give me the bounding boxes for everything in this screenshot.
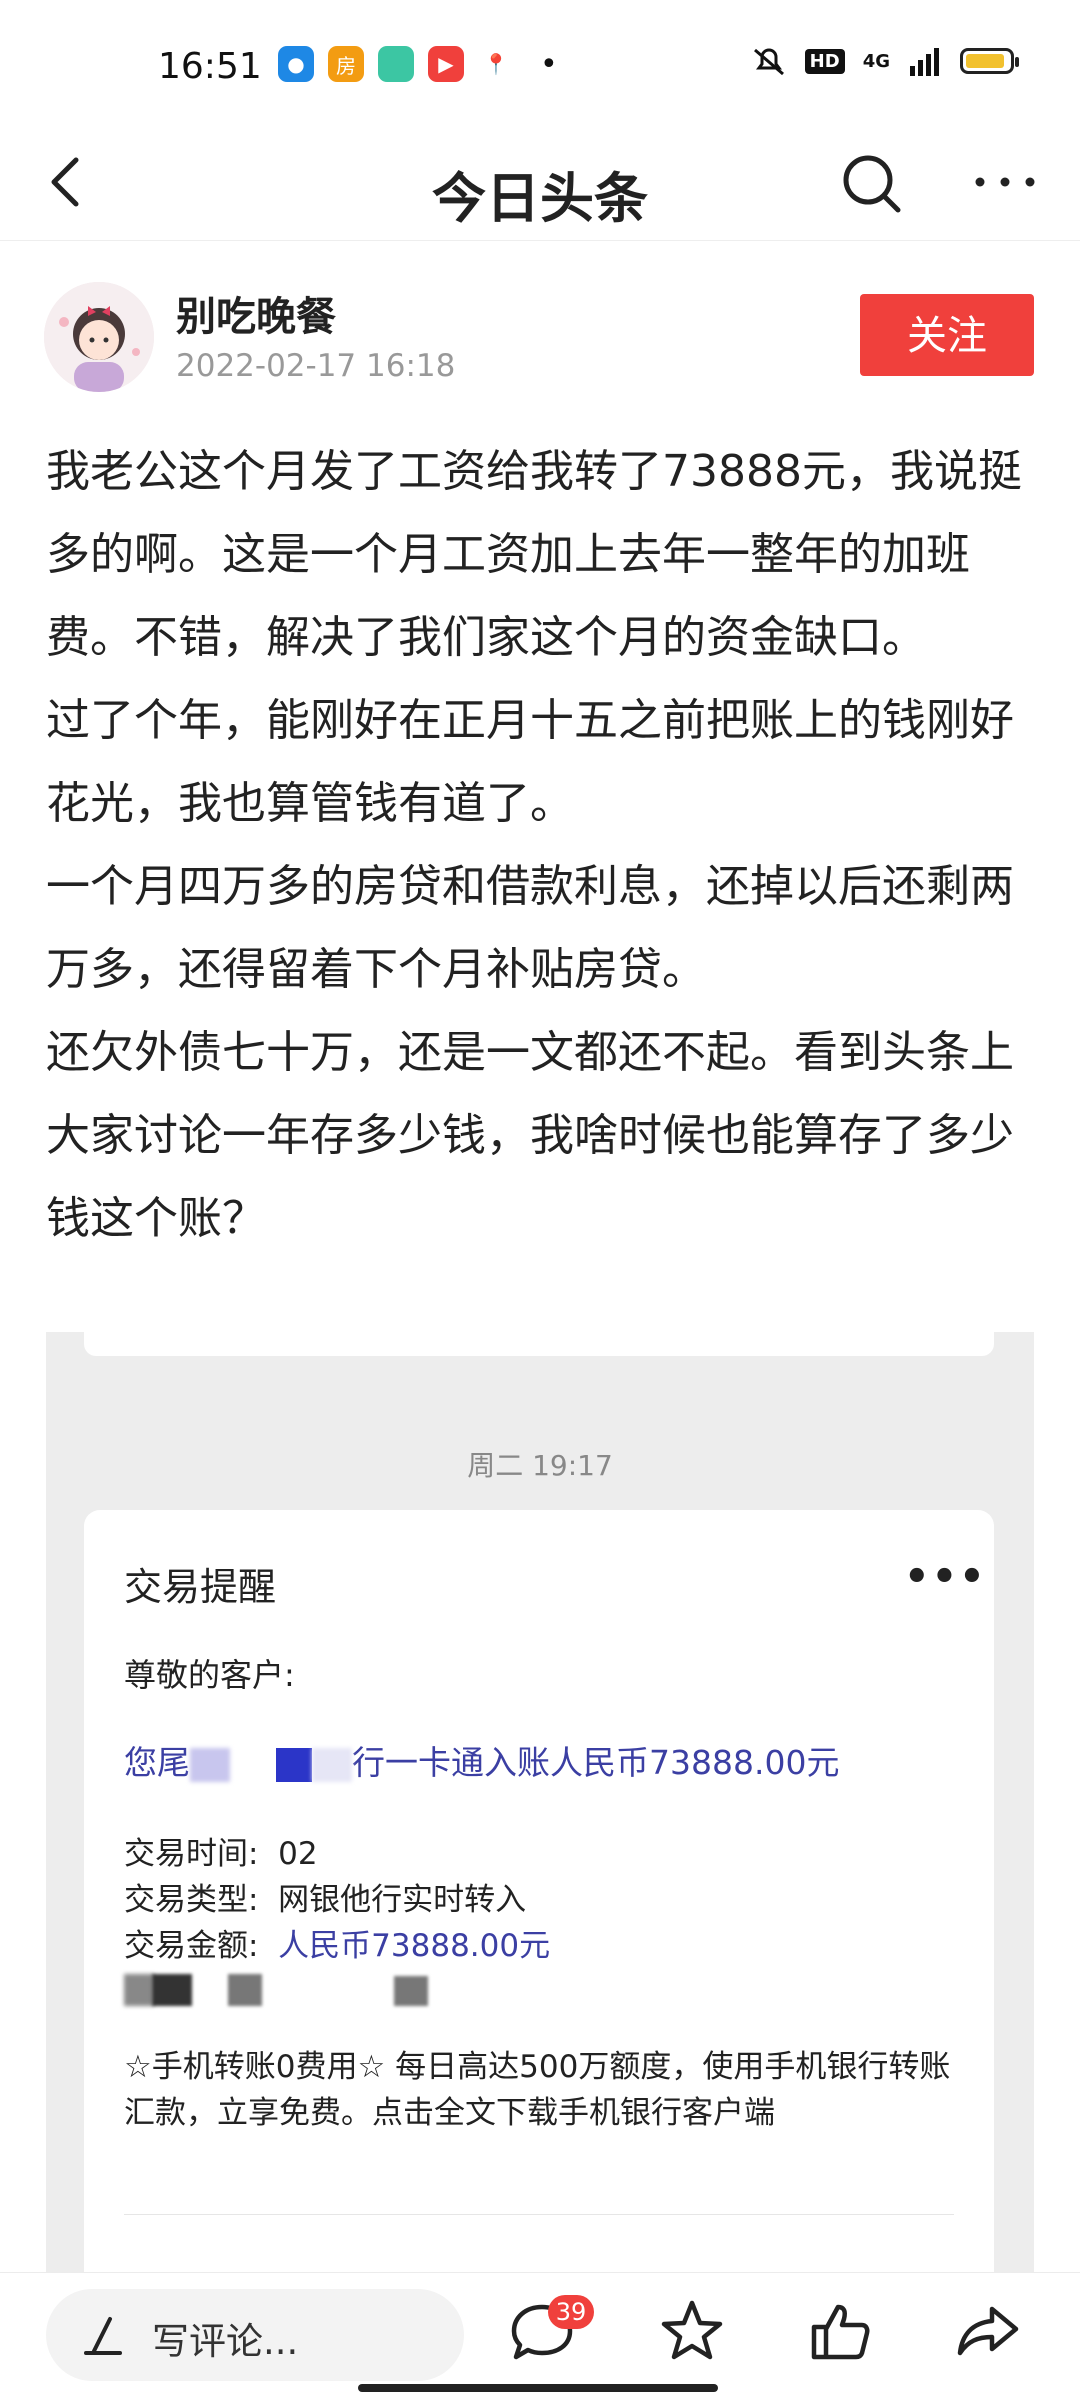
detail-value: 02 [278, 1836, 318, 1872]
deposit-prefix: 您尾 [124, 1743, 190, 1782]
transaction-message-card: 交易提醒 ••• 尊敬的客户: 您尾 行一卡通入账人民币73888.00元 交易时… [84, 1510, 994, 2272]
redacted-block [312, 1747, 352, 1782]
home-indicator[interactable] [358, 2384, 718, 2392]
mute-icon [753, 48, 784, 76]
comment-count-badge: 39 [548, 2295, 594, 2329]
detail-amount: 交易金额: 人民币73888.00元 [124, 1920, 550, 1965]
network-type: 4G [862, 50, 890, 72]
detail-value: 人民币73888.00元 [278, 1928, 551, 1964]
thumbs-up-icon[interactable] [804, 2295, 876, 2367]
promo-text: ☆手机转账0费用☆ 每日高达500万额度，使用手机银行转账汇款，立享免费。点击全… [124, 2049, 951, 2131]
more-options-icon[interactable] [970, 150, 1040, 214]
redacted-block [190, 1747, 230, 1782]
page-title: 今日头条 [432, 167, 648, 230]
detail-value: 网银他行实时转入 [278, 1882, 527, 1918]
detail-time: 交易时间: 02 [124, 1828, 318, 1873]
signal-icon [910, 48, 939, 76]
message-title: 交易提醒 [124, 1565, 277, 1609]
detail-label: 交易时间: [124, 1836, 259, 1872]
deposit-suffix: 行一卡通入账人民币73888.00元 [352, 1743, 840, 1782]
redacted-row [124, 1972, 724, 2012]
comment-placeholder: 写评论... [152, 2320, 299, 2363]
article-body: 我老公这个月发了工资给我转了73888元，我说挺多的啊。这是一个月工资加上去年一… [46, 430, 1036, 1260]
follow-button[interactable]: 关注 [860, 294, 1034, 376]
search-icon[interactable] [836, 148, 908, 220]
article-paragraph: 我老公这个月发了工资给我转了73888元，我说挺多的啊。这是一个月工资加上去年一… [46, 446, 1022, 663]
author-header: 别吃晚餐 2022-02-17 16:18 关注 [44, 282, 1044, 412]
bottom-action-bar: 写评论... 39 [0, 2272, 1080, 2401]
deposit-line: 您尾 行一卡通入账人民币73888.00元 [124, 1736, 839, 1784]
dot-app-icon: ● [278, 46, 314, 82]
more-notifications-dot-icon: • [540, 46, 558, 82]
previous-message-card [84, 1332, 994, 1356]
green-app-icon [378, 46, 414, 82]
share-icon[interactable] [952, 2295, 1024, 2367]
hd-badge: HD [804, 48, 845, 74]
top-nav-bar: 今日头条 [0, 130, 1080, 241]
divider [124, 2214, 954, 2215]
avatar[interactable] [44, 282, 154, 392]
author-name[interactable]: 别吃晚餐 [176, 284, 336, 342]
status-indicators: HD 4G [751, 46, 1019, 76]
message-greeting: 尊敬的客户: [124, 1656, 295, 1694]
detail-type: 交易类型: 网银他行实时转入 [124, 1874, 526, 1919]
map-pin-app-icon: 📍 [478, 46, 514, 82]
article-paragraph: 还欠外债七十万，还是一文都还不起。看到头条上大家讨论一年存多少钱，我啥时候也能算… [46, 1027, 1014, 1244]
detail-label: 交易金额: [124, 1928, 259, 1964]
article-paragraph: 一个月四万多的房贷和借款利息，还掉以后还剩两万多，还得留着下个月补贴房贷。 [46, 861, 1014, 995]
fang-app-icon: 房 [328, 46, 364, 82]
article-image[interactable]: 周二 19:17 交易提醒 ••• 尊敬的客户: 您尾 行一卡通入账人民币7388… [46, 1332, 1034, 2272]
message-timestamp: 周二 19:17 [467, 1449, 613, 1482]
video-app-icon: ▶ [428, 46, 464, 82]
status-time: 16:51 [158, 46, 262, 87]
avatar-illustration [44, 282, 154, 392]
notification-app-icons: ● 房 ▶ 📍 • [278, 46, 558, 82]
star-icon[interactable] [656, 2295, 728, 2367]
comment-input[interactable]: 写评论... [46, 2289, 464, 2381]
detail-label: 交易类型: [124, 1882, 259, 1918]
article-paragraph: 过了个年，能刚好在正月十五之前把账上的钱刚好花光，我也算管钱有道了。 [46, 695, 1014, 829]
message-more-icon: ••• [904, 1554, 987, 1600]
post-date: 2022-02-17 16:18 [176, 348, 456, 384]
battery-icon [960, 48, 1019, 74]
pen-icon [84, 2317, 122, 2355]
redacted-block [276, 1747, 312, 1782]
status-bar: 16:51 ● 房 ▶ 📍 • HD 4G [0, 0, 1080, 130]
